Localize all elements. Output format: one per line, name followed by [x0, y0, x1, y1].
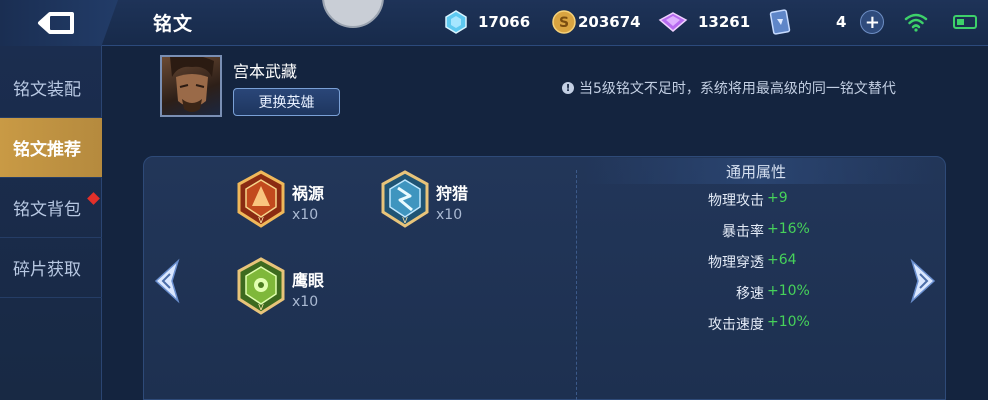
- rune-item-huoyuan[interactable]: V 祸源 x10: [236, 170, 396, 240]
- rune-name: 鹰眼: [292, 271, 325, 290]
- rune-item-yingyan[interactable]: V 鹰眼 x10: [236, 257, 396, 327]
- next-page-button[interactable]: [906, 258, 940, 304]
- stat-value: +10%: [767, 314, 810, 330]
- sidebar-item-rune-recommend[interactable]: 铭文推荐: [0, 118, 102, 178]
- stat-value: +10%: [767, 283, 810, 299]
- svg-text:V: V: [258, 303, 264, 312]
- mascot-avatar[interactable]: [322, 0, 384, 28]
- stat-name: 物理攻击: [708, 193, 764, 209]
- notice-message: 当5级铭文不足时，系统将用最高级的同一铭文替代: [579, 81, 896, 97]
- sidebar: 铭文装配 铭文推荐 铭文背包 碎片获取: [0, 46, 102, 400]
- svg-text:V: V: [258, 216, 264, 225]
- info-icon: !: [562, 82, 574, 94]
- stat-value: +16%: [767, 221, 810, 237]
- diamond-count: 17066: [478, 13, 531, 31]
- crystal-count: 13261: [698, 13, 751, 31]
- blue-rune-icon: V: [381, 170, 429, 228]
- panel-divider: [576, 170, 577, 400]
- back-button[interactable]: [0, 0, 118, 46]
- diamond-resource: 17066: [444, 10, 530, 34]
- stat-row: 暴击率 +16%: [584, 221, 934, 245]
- stat-row: 攻击速度 +10%: [584, 314, 934, 338]
- top-bar: 铭文 17066 S 203674 13261 4 +: [0, 0, 988, 46]
- ticket-resource: 4 +: [768, 9, 885, 35]
- rune-name: 狩猎: [436, 184, 469, 203]
- stat-name: 物理穿透: [708, 255, 764, 271]
- diamond-gem-icon: [444, 10, 468, 34]
- sidebar-item-label: 铭文推荐: [13, 140, 81, 160]
- purple-crystal-icon: [658, 10, 688, 34]
- sidebar-item-label: 碎片获取: [13, 260, 81, 280]
- rune-name: 祸源: [292, 184, 325, 203]
- notice-text: ! 当5级铭文不足时，系统将用最高级的同一铭文替代: [562, 78, 896, 98]
- stat-value: +9: [767, 190, 788, 206]
- stats-title: 通用属性: [726, 163, 787, 181]
- wifi-icon: [904, 12, 928, 36]
- chevron-left-icon: [154, 258, 180, 304]
- gold-count: 203674: [578, 13, 641, 31]
- stat-row: 移速 +10%: [584, 283, 934, 307]
- chevron-right-icon: [910, 258, 936, 304]
- sidebar-item-fragment-get[interactable]: 碎片获取: [0, 238, 102, 298]
- red-rune-icon: V: [237, 170, 285, 228]
- rune-item-shoulie[interactable]: V 狩猎 x10: [380, 170, 540, 240]
- svg-text:V: V: [402, 216, 408, 225]
- battery-icon: [953, 15, 977, 29]
- hero-name: 宫本武藏: [233, 62, 298, 81]
- rune-count: x10: [292, 294, 319, 310]
- stat-name: 移速: [736, 286, 764, 302]
- stat-name: 攻击速度: [708, 317, 764, 333]
- sidebar-item-label: 铭文背包: [13, 200, 81, 220]
- ticket-count: 4: [836, 13, 847, 31]
- sidebar-item-label: 铭文装配: [13, 80, 81, 100]
- rune-count: x10: [436, 207, 463, 223]
- plus-icon: +: [864, 11, 880, 33]
- prev-page-button[interactable]: [150, 258, 184, 304]
- svg-text:S: S: [559, 15, 569, 31]
- switch-hero-button[interactable]: 更换英雄: [233, 88, 340, 116]
- rune-count: x10: [292, 207, 319, 223]
- stat-row: 物理穿透 +64: [584, 252, 934, 276]
- stat-value: +64: [767, 252, 797, 268]
- add-ticket-button[interactable]: +: [860, 10, 885, 34]
- sidebar-item-rune-equip[interactable]: 铭文装配: [0, 58, 102, 118]
- page-title: 铭文: [153, 13, 194, 35]
- gold-resource: S 203674: [552, 10, 641, 34]
- back-arrow-icon: [38, 12, 74, 34]
- hero-face-icon: [170, 57, 214, 112]
- gold-coin-icon: S: [552, 10, 576, 34]
- hero-portrait[interactable]: [160, 55, 222, 117]
- crystal-resource: 13261: [658, 10, 750, 34]
- stat-row: 物理攻击 +9: [584, 190, 934, 214]
- card-ticket-icon: [768, 9, 792, 35]
- stat-name: 暴击率: [722, 224, 764, 240]
- green-rune-icon: V: [237, 257, 285, 315]
- sidebar-item-rune-bag[interactable]: 铭文背包: [0, 178, 102, 238]
